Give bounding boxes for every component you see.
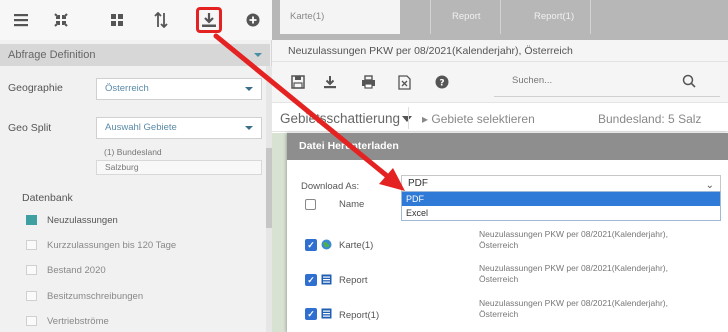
datenbank-item-label: Besitzumschreibungen: [47, 290, 144, 302]
row-name: Report(1): [339, 310, 380, 321]
tab-divider: [430, 0, 431, 34]
geo-split-value: Auswahl Gebiete: [105, 122, 177, 133]
datenbank-item-label: Vertriebströme: [47, 315, 109, 327]
page-title: Neuzulassungen PKW per 08/2021(Kalenderj…: [272, 40, 728, 62]
tab-divider: [500, 0, 501, 34]
format-select[interactable]: PDF ⌄: [401, 175, 721, 191]
menu-icon[interactable]: [8, 7, 34, 33]
help-icon[interactable]: ?: [432, 72, 452, 92]
search-input[interactable]: Suchen...: [512, 75, 552, 86]
datenbank-item[interactable]: Vertriebströme: [26, 314, 109, 328]
report-icon: [321, 308, 332, 319]
geographie-label: Geographie: [8, 82, 63, 94]
tab-karte[interactable]: Karte(1): [280, 0, 400, 34]
row-description-line2: Österreich: [479, 274, 519, 284]
filter-bar: Gebietsschattierung ▸ Gebiete selektiere…: [272, 102, 728, 132]
globe-icon: [321, 239, 332, 250]
geographie-select[interactable]: Österreich: [96, 78, 262, 100]
chevron-down-icon: [245, 87, 253, 91]
row-checkbox[interactable]: ✓: [305, 274, 317, 286]
excel-icon[interactable]: [394, 72, 414, 92]
download-icon[interactable]: [320, 72, 340, 92]
row-description-line1: Neuzulassungen PKW per 08/2021(Kalenderj…: [479, 263, 669, 273]
row-checkbox[interactable]: ✓: [305, 239, 317, 251]
row-description-line1: Neuzulassungen PKW per 08/2021(Kalenderj…: [479, 229, 669, 239]
datenbank-item[interactable]: Besitzumschreibungen: [26, 289, 143, 303]
checkbox[interactable]: [26, 240, 37, 250]
datenbank-item-label: Neuzulassungen: [47, 214, 118, 226]
format-option-excel[interactable]: Excel: [402, 206, 720, 220]
dialog-title-text: Datei Herunterladen: [299, 140, 399, 152]
left-panel: Abfrage Definition Geographie Österreich…: [0, 0, 272, 332]
row-name: Karte(1): [339, 240, 374, 251]
row-description-line2: Österreich: [479, 309, 519, 319]
left-toolbar: [0, 0, 272, 40]
checkbox[interactable]: [26, 265, 37, 275]
action-toolbar: ? Suchen...: [272, 62, 728, 102]
divider: [408, 107, 409, 129]
report-icon: [321, 274, 332, 285]
format-options-list: PDF Excel: [401, 191, 721, 221]
page-title-text: Neuzulassungen PKW per 08/2021(Kalenderj…: [288, 45, 573, 57]
section-title: Abfrage Definition: [8, 49, 96, 61]
name-column-header: Name: [339, 199, 365, 210]
save-icon[interactable]: [288, 72, 308, 92]
collapse-icon[interactable]: [48, 7, 74, 33]
geo-split-region[interactable]: Salzburg: [96, 160, 262, 175]
datenbank-item-label: Bestand 2020: [47, 264, 106, 276]
datenbank-item[interactable]: Kurzzulassungen bis 120 Tage: [26, 238, 176, 252]
row-description: Neuzulassungen PKW per 08/2021(Kalenderj…: [479, 298, 727, 320]
chevron-down-icon: [245, 126, 253, 130]
download-dialog: Datei Herunterladen Download As: PDF ⌄ P…: [287, 133, 728, 332]
search-underline: [494, 96, 720, 97]
download-icon[interactable]: [196, 7, 222, 33]
tab-bar: Karte(1) Report Report(1): [272, 0, 728, 40]
row-checkbox[interactable]: ✓: [305, 308, 317, 320]
geo-split-label: Geo Split: [8, 122, 52, 134]
tab-divider: [590, 0, 591, 34]
shading-label: Gebietsschattierung: [280, 111, 401, 126]
format-select-value: PDF: [408, 178, 428, 189]
tab-label: Karte(1): [290, 11, 325, 22]
geographie-value: Österreich: [105, 83, 149, 94]
tab-label: Report(1): [534, 11, 575, 22]
row-description-line2: Österreich: [479, 240, 519, 250]
shading-dropdown[interactable]: Gebietsschattierung: [280, 111, 413, 126]
datenbank-label: Datenbank: [22, 192, 73, 204]
select-areas-button[interactable]: ▸ Gebiete selektieren: [422, 112, 535, 126]
checkbox[interactable]: [26, 215, 37, 225]
chevron-down-icon: [254, 53, 262, 57]
download-as-label: Download As:: [301, 181, 360, 192]
tab-label: Report: [452, 11, 481, 22]
row-description: Neuzulassungen PKW per 08/2021(Kalenderj…: [479, 263, 727, 285]
tab-report[interactable]: Report: [452, 0, 481, 34]
format-option-pdf[interactable]: PDF: [402, 192, 720, 206]
tab-report-1[interactable]: Report(1): [534, 0, 574, 34]
datenbank-item[interactable]: Neuzulassungen: [26, 213, 118, 227]
checkbox[interactable]: [26, 291, 37, 301]
state-filter-label: Bundesland: 5 Salz: [598, 112, 702, 126]
geo-split-select[interactable]: Auswahl Gebiete: [96, 117, 262, 139]
dialog-title: Datei Herunterladen: [287, 133, 728, 160]
print-icon[interactable]: [358, 72, 378, 92]
svg-text:?: ?: [439, 79, 444, 89]
select-all-checkbox[interactable]: [305, 199, 316, 210]
geo-split-region-value: Salzburg: [105, 162, 139, 172]
row-description: Neuzulassungen PKW per 08/2021(Kalenderj…: [479, 229, 727, 251]
add-circle-icon[interactable]: [240, 7, 266, 33]
search-icon[interactable]: [682, 74, 696, 91]
grid-icon[interactable]: [104, 7, 130, 33]
geo-split-level: (1) Bundesland: [104, 147, 162, 157]
select-areas-label: Gebiete selektieren: [431, 112, 535, 126]
row-description-line1: Neuzulassungen PKW per 08/2021(Kalenderj…: [479, 298, 669, 308]
row-name: Report: [339, 275, 368, 286]
checkbox[interactable]: [26, 316, 37, 326]
section-header-abfrage[interactable]: Abfrage Definition: [0, 44, 270, 66]
sort-icon[interactable]: [148, 7, 174, 33]
datenbank-item-label: Kurzzulassungen bis 120 Tage: [47, 239, 177, 251]
play-icon: ▸: [422, 112, 432, 126]
datenbank-item[interactable]: Bestand 2020: [26, 263, 106, 277]
